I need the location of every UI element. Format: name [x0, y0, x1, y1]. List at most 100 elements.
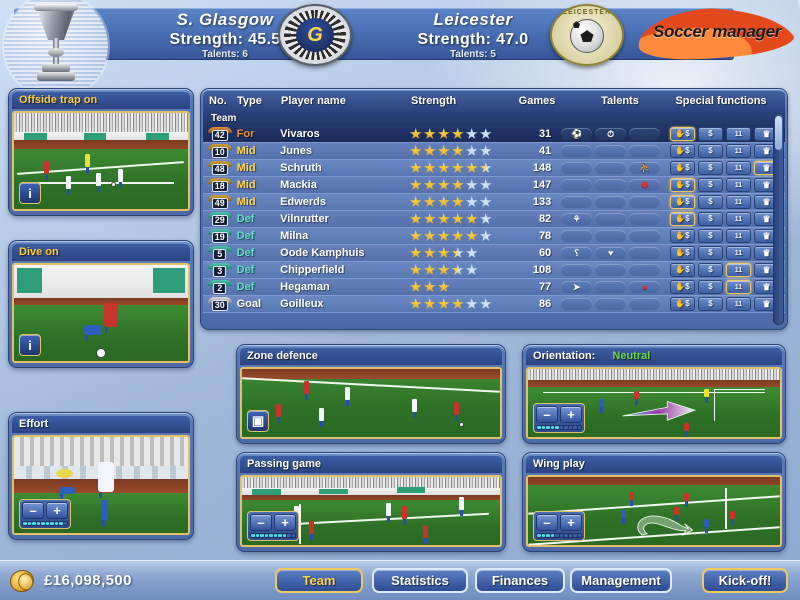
lineup-11-button[interactable]: 11 — [726, 144, 751, 158]
column-header-type: Type — [237, 95, 262, 107]
lineup-11-button[interactable]: 11 — [726, 161, 751, 175]
wing-play-plus-button[interactable]: + — [560, 514, 582, 531]
wing-play-level-bar[interactable] — [536, 533, 582, 538]
effort-level-bar[interactable] — [22, 521, 68, 526]
wing-play-stepper[interactable]: – + — [533, 511, 585, 541]
lineup-11-button[interactable]: 11 — [726, 263, 751, 277]
lineup-11-button[interactable]: 11 — [726, 212, 751, 226]
dive-info-button[interactable]: i — [19, 334, 41, 356]
table-row[interactable]: 30 Goal Goilleux 86 ✋$ $11 ♛ — [203, 296, 785, 313]
table-scrollbar[interactable] — [773, 113, 784, 325]
lineup-11-button[interactable]: 11 — [726, 246, 751, 260]
table-row[interactable]: 3 Def Chipperfield 108 ✋$ $11 ♛ — [203, 262, 785, 279]
passing-game-minus-button[interactable]: – — [250, 514, 272, 531]
talent-slot-empty — [561, 264, 593, 276]
lineup-11-button[interactable]: 11 — [726, 297, 751, 311]
transfer-hand-money-button[interactable]: ✋$ — [670, 195, 695, 209]
transfer-hand-money-button[interactable]: ✋$ — [670, 229, 695, 243]
transfer-hand-money-button[interactable]: ✋$ — [670, 144, 695, 158]
star-icon — [409, 127, 423, 141]
shirt-icon: 3 — [207, 263, 232, 277]
sell-money-button[interactable]: $ — [698, 297, 723, 311]
tab-management[interactable]: Management — [570, 568, 672, 593]
panel-zone-defence[interactable]: Zone defence ▣ — [236, 344, 506, 444]
passing-game-level-bar[interactable] — [250, 533, 296, 538]
table-row[interactable]: 42 For Vivaros 31 ⚽ ⏱ ✋$ $11 ♛ — [203, 126, 785, 143]
panel-orientation[interactable]: Orientation: Neutral – + — [522, 344, 786, 444]
player-special-functions-cell: ✋$ $11 ♛ — [670, 144, 785, 158]
table-row[interactable]: 18 Mid Mackia 147 ✹ ✋$ $11 ♛ — [203, 177, 785, 194]
lineup-11-button[interactable]: 11 — [726, 229, 751, 243]
tab-team[interactable]: Team — [275, 568, 363, 593]
sell-money-button[interactable]: $ — [698, 144, 723, 158]
player-special-functions-cell: ✋$ $11 ♛ — [670, 297, 785, 311]
transfer-hand-money-button[interactable]: ✋$ — [670, 280, 695, 294]
transfer-hand-money-button[interactable]: ✋$ — [670, 127, 695, 141]
talent-slot-empty — [561, 196, 593, 208]
table-row[interactable]: 10 Mid Junes 41 ✋$ $11 ♛ — [203, 143, 785, 160]
kick-off-button[interactable]: Kick-off! — [702, 568, 788, 593]
panel-passing-game[interactable]: Passing game – + — [236, 452, 506, 552]
sell-money-button[interactable]: $ — [698, 127, 723, 141]
player-type-cell: Goal — [236, 298, 262, 310]
table-scrollbar-thumb[interactable] — [775, 116, 782, 150]
table-row[interactable]: 29 Def Vilnrutter 82 ⚘ ✋$ $11 ♛ — [203, 211, 785, 228]
lineup-11-button[interactable]: 11 — [726, 178, 751, 192]
sell-money-button[interactable]: $ — [698, 263, 723, 277]
sell-money-button[interactable]: $ — [698, 178, 723, 192]
passing-game-stepper[interactable]: – + — [247, 511, 299, 541]
lineup-11-button[interactable]: 11 — [726, 127, 751, 141]
orientation-minus-button[interactable]: – — [536, 406, 558, 423]
sell-money-button[interactable]: $ — [698, 229, 723, 243]
sell-money-button[interactable]: $ — [698, 195, 723, 209]
tab-finances[interactable]: Finances — [475, 568, 565, 593]
passing-game-plus-button[interactable]: + — [274, 514, 296, 531]
table-row[interactable]: 5 Def Oode Kamphuis 60 ⸮ ♥ ✋$ $11 ♛ — [203, 245, 785, 262]
star-icon — [423, 144, 437, 158]
transfer-hand-money-button[interactable]: ✋$ — [670, 297, 695, 311]
wing-play-minus-button[interactable]: – — [536, 514, 558, 531]
orientation-stepper[interactable]: – + — [533, 403, 585, 433]
transfer-hand-money-button[interactable]: ✋$ — [670, 161, 695, 175]
star-icon — [409, 263, 423, 277]
player-games-cell: 77 — [538, 281, 552, 293]
panel-offside-trap[interactable]: Offside trap on i — [8, 88, 194, 216]
transfer-hand-money-button[interactable]: ✋$ — [670, 263, 695, 277]
effort-stepper[interactable]: – + — [19, 499, 71, 529]
talent-icon-boots: ⚽ — [561, 128, 593, 140]
offside-trap-info-button[interactable]: i — [19, 182, 41, 204]
table-row[interactable]: 49 Mid Edwerds 133 ✋$ $11 ♛ — [203, 194, 785, 211]
talent-icon-red-drop: ● — [629, 281, 661, 293]
lineup-11-button[interactable]: 11 — [726, 280, 751, 294]
sell-money-button[interactable]: $ — [698, 280, 723, 294]
panel-passing-game-preview: – + — [240, 475, 502, 547]
table-row[interactable]: 19 Def Milna 78 ✋$ $11 ♛ — [203, 228, 785, 245]
panel-dive[interactable]: Dive on i — [8, 240, 194, 368]
effort-minus-button[interactable]: – — [22, 502, 44, 519]
player-talents-cell: ⸮ ♥ — [561, 247, 670, 259]
transfer-hand-money-button[interactable]: ✋$ — [670, 246, 695, 260]
transfer-hand-money-button[interactable]: ✋$ — [670, 178, 695, 192]
table-row[interactable]: 48 Mid Schruth 148 ⛹ ✋$ $11 ♛ — [203, 160, 785, 177]
sell-money-button[interactable]: $ — [698, 161, 723, 175]
player-games-cell: 108 — [532, 264, 552, 276]
effort-plus-button[interactable]: + — [46, 502, 68, 519]
player-name-cell: Chipperfield — [280, 264, 345, 276]
zone-defence-toggle-button[interactable]: ▣ — [247, 410, 269, 432]
trophy-icon — [32, 2, 80, 88]
transfer-hand-money-button[interactable]: ✋$ — [670, 212, 695, 226]
column-header-talents: Talents — [601, 95, 639, 107]
orientation-plus-button[interactable]: + — [560, 406, 582, 423]
star-icon — [437, 297, 451, 311]
lineup-11-button[interactable]: 11 — [726, 195, 751, 209]
orientation-level-bar[interactable] — [536, 425, 582, 430]
player-games-cell: 41 — [538, 145, 552, 157]
sell-money-button[interactable]: $ — [698, 212, 723, 226]
panel-effort[interactable]: Effort – + — [8, 412, 194, 540]
player-type-cell: For — [236, 128, 255, 140]
table-row[interactable]: 2 Def Hegaman 77 ➤ ● ✋$ $11 ♛ — [203, 279, 785, 296]
star-icon — [423, 161, 437, 175]
tab-statistics[interactable]: Statistics — [372, 568, 468, 593]
sell-money-button[interactable]: $ — [698, 246, 723, 260]
panel-wing-play[interactable]: Wing play – + — [522, 452, 786, 552]
